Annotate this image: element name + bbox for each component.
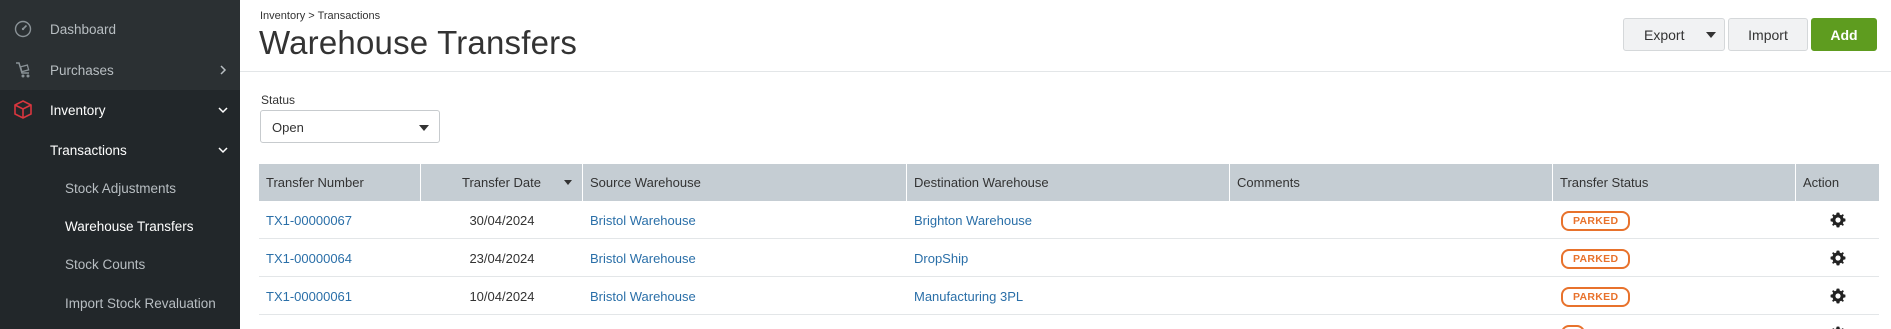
transfer-number-link[interactable]: TX1-00000061	[266, 277, 352, 315]
column-header-destination-warehouse[interactable]: Destination Warehouse	[907, 164, 1230, 201]
sidebar-item-label: Warehouse Transfers	[65, 218, 194, 234]
gear-icon[interactable]	[1830, 212, 1846, 228]
table-row: TX1-00000067 30/04/2024 Bristol Warehous…	[259, 201, 1879, 239]
destination-warehouse-link[interactable]: Brighton Warehouse	[914, 201, 1032, 239]
gear-icon[interactable]	[1830, 288, 1846, 304]
status-badge-partial	[1561, 325, 1585, 329]
breadcrumb: Inventory > Transactions	[260, 10, 381, 22]
sidebar: Dashboard Purchases Inventory Transactio…	[0, 0, 240, 329]
chevron-right-icon	[216, 63, 230, 77]
add-button[interactable]: Add	[1811, 18, 1877, 51]
status-filter-select[interactable]: Open	[260, 110, 440, 143]
export-button-label: Export	[1644, 26, 1685, 43]
column-header-source-warehouse[interactable]: Source Warehouse	[583, 164, 907, 201]
caret-down-icon	[419, 125, 429, 131]
status-badge: PARKED	[1561, 287, 1631, 307]
destination-warehouse-link[interactable]: DropShip	[914, 239, 968, 277]
table-row: TX1-00000061 10/04/2024 Bristol Warehous…	[259, 277, 1879, 315]
sidebar-item-label: Inventory	[50, 102, 106, 118]
sidebar-item-import-stock-revaluation[interactable]: Import Stock Revaluation	[0, 288, 240, 318]
dashboard-icon	[12, 18, 34, 40]
column-header-transfer-number[interactable]: Transfer Number	[259, 164, 421, 201]
column-header-transfer-date[interactable]: Transfer Date	[421, 164, 583, 201]
source-warehouse-link[interactable]: Bristol Warehouse	[590, 201, 696, 239]
sidebar-item-label: Dashboard	[50, 21, 117, 37]
column-header-comments[interactable]: Comments	[1230, 164, 1553, 201]
transfer-number-link[interactable]: TX1-00000067	[266, 201, 352, 239]
sidebar-item-inventory[interactable]: Inventory	[0, 95, 240, 125]
app: Dashboard Purchases Inventory Transactio…	[0, 0, 1891, 329]
gear-icon[interactable]	[1830, 250, 1846, 266]
column-header-transfer-status[interactable]: Transfer Status	[1553, 164, 1796, 201]
table-row: TX1-00000064 23/04/2024 Bristol Warehous…	[259, 239, 1879, 277]
destination-warehouse-link[interactable]: Manufacturing 3PL	[914, 277, 1023, 315]
sidebar-item-stock-adjustments[interactable]: Stock Adjustments	[0, 173, 240, 203]
sidebar-item-stock-counts[interactable]: Stock Counts	[0, 249, 240, 279]
page-header: Inventory > Transactions Warehouse Trans…	[240, 0, 1891, 72]
sidebar-item-dashboard[interactable]: Dashboard	[0, 14, 240, 44]
sort-desc-icon	[564, 180, 572, 185]
transfer-date: 30/04/2024	[469, 212, 535, 228]
caret-down-icon	[1706, 32, 1716, 38]
chevron-down-icon	[216, 143, 230, 157]
status-badge: PARKED	[1561, 249, 1631, 269]
transfer-date: 23/04/2024	[469, 250, 535, 266]
status-badge: PARKED	[1561, 211, 1631, 231]
sidebar-item-warehouse-transfers[interactable]: Warehouse Transfers	[0, 211, 240, 241]
import-button[interactable]: Import	[1728, 18, 1808, 51]
sidebar-item-label: Transactions	[50, 142, 127, 158]
box-icon	[12, 99, 34, 121]
sidebar-item-label: Stock Counts	[65, 256, 146, 272]
chevron-down-icon	[216, 103, 230, 117]
transfer-date: 10/04/2024	[469, 288, 535, 304]
table-row	[259, 315, 1879, 329]
source-warehouse-link[interactable]: Bristol Warehouse	[590, 239, 696, 277]
column-header-action: Action	[1803, 175, 1840, 190]
column-header-label: Transfer Date	[462, 175, 541, 190]
table-header: Transfer Number Transfer Date Source War…	[259, 164, 1879, 201]
export-button[interactable]: Export	[1623, 18, 1725, 51]
sidebar-item-purchases[interactable]: Purchases	[0, 55, 240, 85]
page-title: Warehouse Transfers	[259, 24, 578, 61]
sidebar-item-label: Purchases	[50, 62, 114, 78]
transfer-number-link[interactable]: TX1-00000064	[266, 239, 352, 277]
sidebar-item-label: Import Stock Revaluation	[65, 295, 216, 311]
sidebar-item-transactions[interactable]: Transactions	[0, 135, 240, 165]
cart-icon	[12, 59, 34, 81]
status-filter-value: Open	[272, 120, 304, 135]
sidebar-item-label: Stock Adjustments	[65, 180, 177, 196]
source-warehouse-link[interactable]: Bristol Warehouse	[590, 277, 696, 315]
status-filter-label: Status	[261, 93, 296, 107]
